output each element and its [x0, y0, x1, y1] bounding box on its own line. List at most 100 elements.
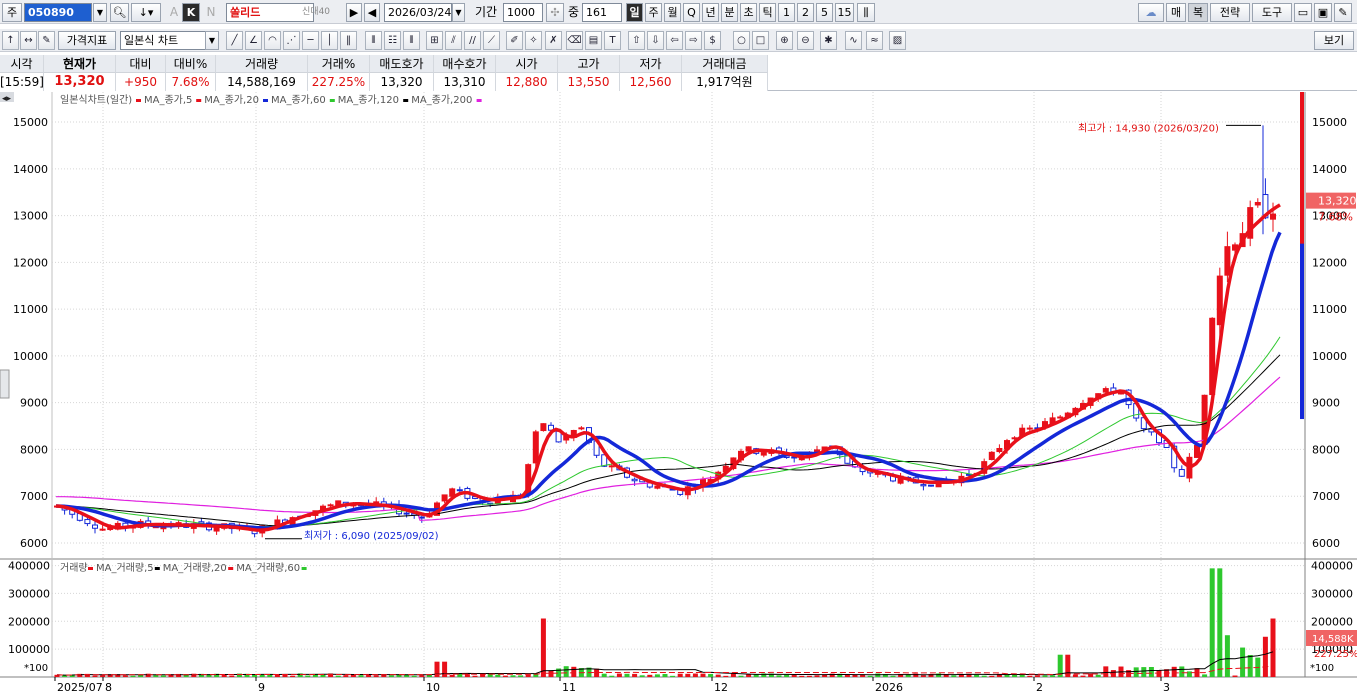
tools-cross-icon[interactable]: ✗ [545, 31, 562, 50]
period-input[interactable]: 1000 [503, 3, 543, 22]
pen-icon[interactable]: ✐ [506, 31, 523, 50]
grid-lines-icon[interactable]: ☷ [384, 31, 401, 50]
angle-line-icon[interactable]: ∠ [245, 31, 262, 50]
date-input[interactable]: 2026/03/24 [384, 3, 452, 22]
cycle-lines-icon[interactable]: ⫴ [403, 31, 420, 50]
regression-icon[interactable]: ⟋ [483, 31, 500, 50]
volume-bar [343, 675, 349, 677]
volume-bar [920, 675, 926, 677]
trade-order-button[interactable]: 매 [1166, 3, 1186, 22]
arrow-down-icon[interactable]: ⇩ [647, 31, 664, 50]
interval-15-button[interactable]: 15 [835, 3, 854, 22]
multi-view-button[interactable]: 복 [1188, 3, 1208, 22]
volume-bar [160, 675, 166, 677]
price-indicator-button[interactable]: 가격지표 [58, 31, 116, 50]
y-tick-left: 11000 [13, 303, 48, 316]
volume-bar [738, 675, 744, 677]
save-icon[interactable]: ▣ [1314, 3, 1332, 22]
a-toggle[interactable]: A [168, 3, 180, 22]
note-icon[interactable]: ▤ [585, 31, 602, 50]
y-tick-right: 15000 [1312, 116, 1347, 129]
period-minute-button[interactable]: 분 [721, 3, 738, 22]
search-icon[interactable]: 🔍︎ [110, 3, 129, 22]
circle-icon[interactable]: ○ [733, 31, 750, 50]
folder-icon[interactable]: ▭ [1294, 3, 1312, 22]
arc-icon[interactable]: ◠ [264, 31, 281, 50]
horizontal-move-icon[interactable]: ↔ [20, 31, 37, 50]
quote-header-9: 고가 [558, 55, 620, 73]
dollar-icon[interactable]: $ [704, 31, 721, 50]
quote-value-1: 13,320 [44, 73, 116, 91]
price-legend-label-0: MA_종가,5 [144, 94, 192, 106]
arrow-up-icon[interactable]: ⇧ [628, 31, 645, 50]
fibonacci-icon[interactable]: ⊞ [426, 31, 443, 50]
channel-icon[interactable]: ⫽ [445, 31, 462, 50]
period-week-button[interactable]: 주 [645, 3, 662, 22]
price-chart[interactable]: ◂▸ 15000 1500014000 1400013000 1300012000 12… [0, 92, 1357, 695]
volume-bar [1240, 647, 1246, 677]
volume-bar [632, 673, 638, 677]
sort-dropdown-icon[interactable]: ↓▾ [131, 3, 161, 22]
view-button[interactable]: 보기 [1314, 31, 1354, 50]
arrow-left-icon[interactable]: ⇦ [666, 31, 683, 50]
edit-icon[interactable]: ✎ [38, 31, 55, 50]
volume-unit-left: *100 [24, 663, 48, 674]
eraser-icon[interactable]: ⌫ [566, 31, 583, 50]
volume-bar [1224, 635, 1230, 677]
image-icon[interactable]: ▨ [889, 31, 906, 50]
wave2-icon[interactable]: ≈ [866, 31, 883, 50]
wave-icon[interactable]: ∿ [845, 31, 862, 50]
zoom-out-icon[interactable]: ⊖ [797, 31, 814, 50]
period-tick-button[interactable]: 틱 [759, 3, 776, 22]
interval-2-button[interactable]: 2 [797, 3, 814, 22]
stock-code-input[interactable]: 050890 [24, 3, 92, 22]
period-second-button[interactable]: 초 [740, 3, 757, 22]
bar-style-icon[interactable]: ⫼ [857, 3, 875, 22]
period-month-button[interactable]: 월 [664, 3, 681, 22]
next-arrow-icon[interactable]: ▶ [346, 3, 362, 22]
vertical-line-icon[interactable]: │ [321, 31, 338, 50]
k-toggle[interactable]: K [182, 3, 200, 22]
volume-bar [1027, 675, 1033, 677]
quote-value-10: 12,560 [620, 73, 682, 91]
text-box-icon[interactable]: T [604, 31, 621, 50]
count-input[interactable]: 161 [582, 3, 622, 22]
crosshair-icon[interactable]: ✣ [546, 3, 564, 22]
parallel-channel-icon[interactable]: // [464, 31, 481, 50]
period-quarter-button[interactable]: Q [683, 3, 700, 22]
interval-1-button[interactable]: 1 [778, 3, 795, 22]
market-select-button[interactable]: 주 [2, 3, 22, 22]
trendline-icon[interactable]: ╱ [226, 31, 243, 50]
date-dropdown-icon[interactable]: ▼ [452, 3, 465, 22]
strategy-button[interactable]: 전략 [1210, 3, 1250, 22]
settings-icon[interactable]: ✎ [1334, 3, 1352, 22]
zoom-icon[interactable]: ⊕ [776, 31, 793, 50]
tools-button[interactable]: 도구 [1252, 3, 1292, 22]
volume-bar [791, 675, 797, 677]
fan-line-icon[interactable]: ⋰ [283, 31, 300, 50]
arrow-right-icon[interactable]: ⇨ [685, 31, 702, 50]
interval-5-button[interactable]: 5 [816, 3, 833, 22]
volume-legend-label-2: MA_거래량,60 [236, 562, 300, 574]
rectangle-icon[interactable]: □ [752, 31, 769, 50]
up-arrow-icon[interactable]: ↑ [2, 31, 19, 50]
quote-value-5: 227.25% [308, 73, 370, 91]
volume-legend-swatch-0 [88, 567, 93, 570]
stock-name-field[interactable]: 쏠리드 [226, 3, 314, 22]
chart-type-dropdown-icon[interactable]: ▼ [205, 31, 219, 50]
horizontal-line-icon[interactable]: ─ [302, 31, 319, 50]
bug-icon[interactable]: ✱ [820, 31, 837, 50]
prev-arrow-icon[interactable]: ◀ [364, 3, 380, 22]
code-dropdown-icon[interactable]: ▼ [93, 3, 107, 22]
n-toggle[interactable]: N [205, 3, 217, 22]
volume-bar [647, 674, 653, 677]
period-year-button[interactable]: 년 [702, 3, 719, 22]
volume-bar [746, 674, 752, 677]
volume-bar [1209, 568, 1215, 677]
magic-wand-icon[interactable]: ✧ [525, 31, 542, 50]
cloud-icon[interactable]: ☁ [1138, 3, 1164, 22]
parallel-vertical-icon[interactable]: ‖ [340, 31, 357, 50]
period-lines-icon[interactable]: ⦀ [365, 31, 382, 50]
chart-type-select[interactable]: 일본식 차트 [120, 31, 206, 50]
period-day-button[interactable]: 일 [626, 3, 643, 22]
